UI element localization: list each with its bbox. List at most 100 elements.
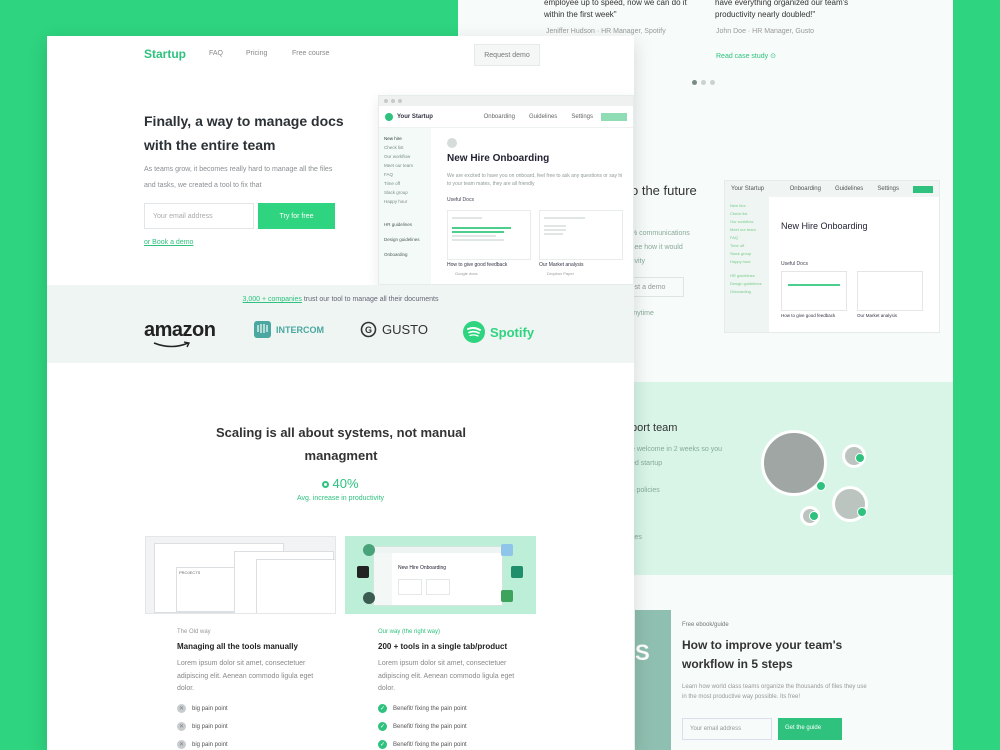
doc-card-title: Our Market analysis — [539, 262, 584, 268]
sidebar-item[interactable]: Our workflow — [384, 152, 426, 161]
amazon-logo: amazon — [144, 319, 216, 342]
sidebar-item[interactable]: New hire — [384, 134, 426, 143]
avatar — [447, 138, 457, 148]
page-description: We are excited to have you on onboard, f… — [447, 173, 623, 187]
companies-link[interactable]: 3,000 + companies — [243, 296, 302, 303]
logo-strip-caption: 3,000 + companies trust our tool to mana… — [47, 296, 634, 303]
pain-point: ✕ big pain point — [177, 740, 228, 749]
doc-card — [857, 271, 923, 311]
sidebar-item[interactable]: Check list — [384, 143, 426, 152]
future-line-1: % communications — [631, 230, 690, 237]
sidebar-item: Onboarding — [730, 289, 751, 294]
pain-point-label: big pain point — [192, 723, 228, 730]
app-action-button[interactable] — [601, 112, 627, 121]
sidebar-item: FAQ — [730, 235, 739, 240]
app-tab: Onboarding — [789, 186, 821, 192]
avatar — [800, 506, 820, 526]
ebook-tag: Free ebook/guide — [682, 622, 729, 628]
doc-card[interactable] — [539, 210, 623, 260]
window-label: New Hire Onboarding — [398, 565, 447, 571]
tool-icon — [501, 590, 513, 602]
carousel-dots[interactable] — [692, 80, 715, 85]
nav-link-free-course[interactable]: Free course — [292, 50, 329, 57]
svg-text:G: G — [365, 325, 372, 335]
read-case-study-link[interactable]: Read case study ⊙ — [716, 52, 776, 60]
pain-point: ✕ big pain point — [177, 704, 228, 713]
sidebar-group[interactable]: Design guidelines — [384, 235, 426, 244]
old-way-screenshot: PROJECTS — [145, 536, 336, 614]
logo-strip: 3,000 + companies trust our tool to mana… — [47, 285, 634, 363]
app-tab-guidelines[interactable]: Guidelines — [529, 114, 557, 120]
sidebar-item: Time off — [730, 243, 745, 248]
nav-link-faq[interactable]: FAQ — [209, 50, 223, 57]
doc-caption: How to give good feedback — [781, 313, 836, 318]
app-preview: Your Startup Onboarding Guidelines Setti… — [378, 95, 634, 285]
try-free-button[interactable]: Try for free — [258, 203, 335, 229]
book-demo-link[interactable]: or Book a demo — [144, 239, 193, 246]
intercom-icon — [254, 321, 271, 338]
landing-page: Startup FAQ Pricing Free course Request … — [47, 36, 634, 750]
ebook-cover-letter: S — [635, 640, 650, 665]
sidebar-group[interactable]: HR guidelines — [384, 220, 426, 229]
check-icon: ✓ — [378, 722, 387, 731]
productivity-stat: 40% — [47, 476, 634, 491]
brand-icon — [385, 112, 393, 121]
sidebar-group[interactable]: Onboarding — [384, 250, 426, 259]
tool-icon — [363, 592, 375, 604]
sidebar-item[interactable]: Meet our team — [384, 161, 426, 170]
app-tab-onboarding[interactable]: Onboarding — [484, 114, 515, 120]
app-tab: Guidelines — [834, 186, 864, 192]
new-way-tag: Our way (the right way) — [378, 629, 441, 635]
logo[interactable]: Startup — [144, 47, 186, 61]
support-line: ed startup — [631, 460, 663, 467]
check-icon: ✓ — [378, 704, 387, 713]
spotify-logo: Spotify — [463, 321, 534, 343]
sidebar-item[interactable]: Time off — [384, 179, 426, 188]
get-guide-button[interactable]: Get the guide — [778, 718, 842, 740]
app-window: New Hire Onboarding — [373, 546, 503, 606]
amazon-logo-text: amazon — [144, 319, 216, 341]
gusto-icon: G — [360, 321, 377, 338]
benefit-point: ✓ Benefit/ fixing the pain point — [378, 740, 467, 749]
testimonial-author-left: Jeniffer Hudson · HR Manager, Spotify — [546, 28, 666, 35]
ebook-title: How to improve your team's workflow in 5… — [682, 638, 843, 671]
ebook-cover: S — [635, 610, 671, 750]
x-icon: ✕ — [177, 704, 186, 713]
doc-card[interactable] — [447, 210, 531, 260]
testimonial-quote-left: employee up to speed, now we can do it w… — [544, 0, 687, 19]
sidebar-item[interactable]: Happy hour — [384, 197, 426, 206]
avatar — [842, 444, 866, 468]
app-tab: Settings — [877, 186, 899, 192]
tool-icon — [501, 544, 513, 556]
sidebar-item: HR guidelines — [730, 273, 755, 278]
testimonial-quote-right: have everything organized our team's pro… — [715, 0, 849, 19]
x-icon: ✕ — [177, 722, 186, 731]
section-title: Scaling is all about systems, not manual… — [216, 425, 466, 463]
benefit-label: Benefit/ fixing the pain point — [393, 705, 467, 712]
pain-point-label: big pain point — [192, 741, 228, 748]
request-demo-button[interactable]: Request demo — [474, 44, 540, 66]
sidebar-item[interactable]: FAQ — [384, 170, 426, 179]
app-topbar: Your Startup Onboarding Guidelines Setti… — [379, 106, 633, 128]
email-field[interactable]: Your email address — [144, 203, 254, 229]
hero-subtitle: As teams grow, it becomes really hard to… — [144, 166, 333, 189]
tool-icon — [511, 566, 523, 578]
browser-window — [256, 559, 335, 613]
amazon-smile-icon — [153, 341, 191, 348]
avatar — [832, 486, 868, 522]
tool-icon — [363, 544, 375, 556]
sidebar-item: Happy hour — [730, 259, 751, 264]
app-sidebar: New hire Check list Our workflow Meet ou… — [379, 128, 431, 284]
app-brand: Your Startup — [397, 113, 433, 120]
useful-docs-label: Useful Docs — [781, 261, 808, 267]
benefit-label: Benefit/ fixing the pain point — [393, 741, 467, 748]
hero-title: Finally, a way to manage docs with the e… — [144, 113, 344, 153]
sidebar-item[interactable]: Slack group — [384, 188, 426, 197]
app-brand: Your Startup — [731, 186, 765, 192]
nav-link-pricing[interactable]: Pricing — [246, 50, 267, 57]
sidebar-item: Check list — [730, 211, 748, 216]
ebook-email-input[interactable]: Your email address — [682, 718, 772, 740]
gusto-logo: G GUSTO — [360, 321, 428, 338]
app-tab-settings[interactable]: Settings — [571, 114, 593, 120]
window-chrome — [379, 96, 633, 106]
